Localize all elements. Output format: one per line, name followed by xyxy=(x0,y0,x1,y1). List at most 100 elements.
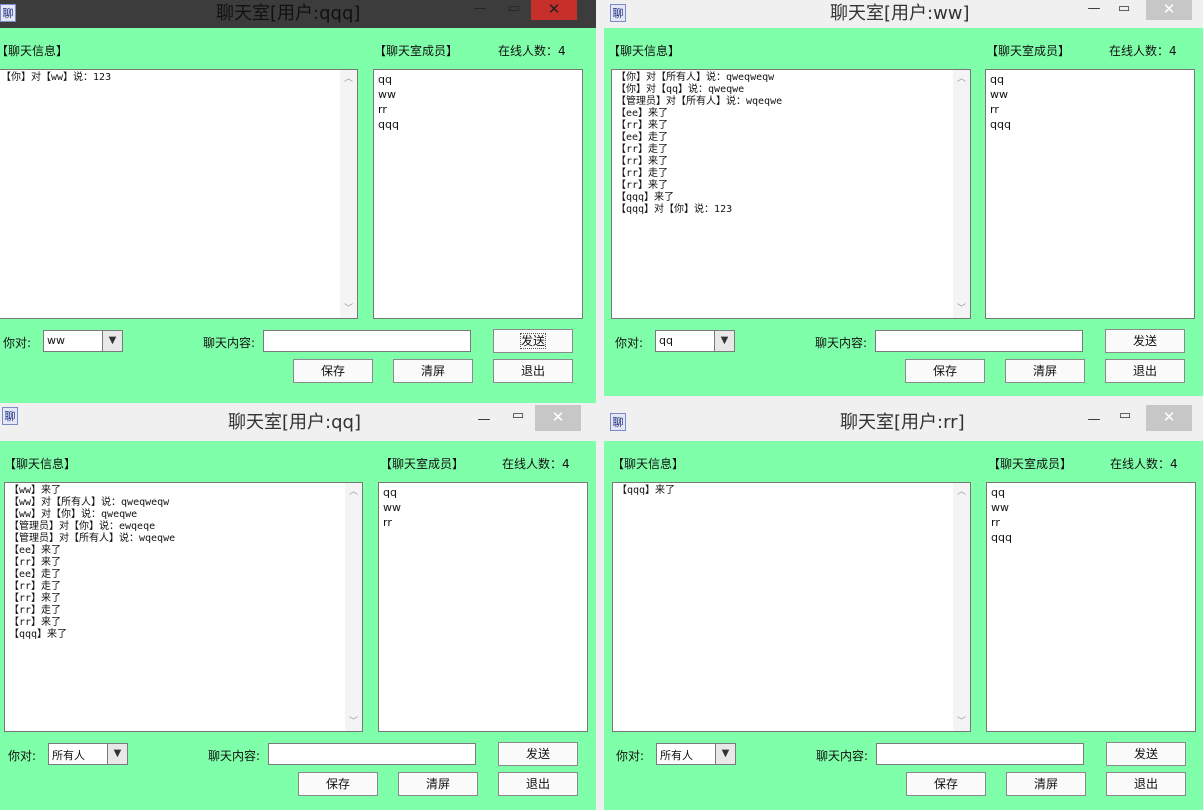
dropdown-arrow-icon[interactable]: ▼ xyxy=(107,744,127,764)
online-count: 在线人数：4 xyxy=(498,44,566,58)
message-line: 【rr】来了 xyxy=(616,120,669,131)
message-line: 【qqq】来了 xyxy=(9,629,68,640)
member-item[interactable]: qqq xyxy=(378,117,578,132)
member-item[interactable]: rr xyxy=(990,102,1190,117)
close-button[interactable]: ✕ xyxy=(531,0,577,20)
minimize-button[interactable]: — xyxy=(1080,0,1108,20)
message-line: 【ee】来了 xyxy=(616,108,669,119)
window-titlebar[interactable]: 聊 聊天室[用户:qq] — ▭ ✕ xyxy=(0,403,596,433)
chat-message-area[interactable]: 【你】对【ww】说：123 ︿ ﹀ xyxy=(0,69,358,319)
window-title: 聊天室[用户:qqq] xyxy=(216,3,361,24)
minimize-button[interactable]: — xyxy=(466,0,494,20)
clear-button[interactable]: 清屏 xyxy=(1005,359,1085,383)
scroll-down-icon[interactable]: ﹀ xyxy=(345,716,362,728)
save-button[interactable]: 保存 xyxy=(906,772,986,796)
dropdown-arrow-icon[interactable]: ▼ xyxy=(715,744,735,764)
member-item[interactable]: ww xyxy=(378,87,578,102)
message-input[interactable] xyxy=(875,330,1083,352)
save-button[interactable]: 保存 xyxy=(293,359,373,383)
member-item[interactable]: qq xyxy=(990,72,1190,87)
member-items: qq ww rr qqq xyxy=(991,485,1191,545)
scroll-down-icon[interactable]: ﹀ xyxy=(953,303,970,315)
member-item[interactable]: rr xyxy=(991,515,1191,530)
member-list[interactable]: qq ww rr qqq xyxy=(986,482,1196,732)
member-list[interactable]: qq ww rr qqq xyxy=(373,69,583,319)
clear-button[interactable]: 清屏 xyxy=(1006,772,1086,796)
chat-message-area[interactable]: 【你】对【所有人】说：qweqweqw 【你】对【qq】说：qweqwe 【管理员】… xyxy=(611,69,971,319)
dropdown-arrow-icon[interactable]: ▼ xyxy=(714,331,734,351)
exit-button[interactable]: 退出 xyxy=(1106,772,1186,796)
member-item[interactable]: qq xyxy=(378,72,578,87)
window-title: 聊天室[用户:qq] xyxy=(228,412,361,433)
vertical-scrollbar[interactable]: ︿ ﹀ xyxy=(953,483,970,731)
target-select[interactable]: qq ▼ xyxy=(655,330,735,352)
vertical-scrollbar[interactable]: ︿ ﹀ xyxy=(345,483,362,731)
online-count: 在线人数：4 xyxy=(1110,457,1178,471)
member-item[interactable]: qqq xyxy=(990,117,1190,132)
send-button[interactable]: 发送 xyxy=(1105,329,1185,353)
clear-button[interactable]: 清屏 xyxy=(398,772,478,796)
send-button[interactable]: 发送 xyxy=(498,742,578,766)
scroll-up-icon[interactable]: ︿ xyxy=(953,486,970,498)
member-item[interactable]: qqq xyxy=(991,530,1191,545)
chat-message-area[interactable]: 【ww】来了 【ww】对【所有人】说：qweqweqw 【ww】对【你】说：qweq… xyxy=(4,482,363,732)
close-button[interactable]: ✕ xyxy=(1146,405,1192,431)
minimize-button[interactable]: — xyxy=(470,411,498,431)
save-button[interactable]: 保存 xyxy=(905,359,985,383)
member-item[interactable]: ww xyxy=(383,500,583,515)
scroll-down-icon[interactable]: ﹀ xyxy=(340,303,357,315)
dropdown-arrow-icon[interactable]: ▼ xyxy=(102,331,122,351)
window-titlebar[interactable]: 聊 聊天室[用户:ww] — ▭ ✕ xyxy=(604,0,1203,28)
target-select-value: ww xyxy=(47,334,65,347)
member-item[interactable]: qq xyxy=(383,485,583,500)
member-items: qq ww rr qqq xyxy=(378,72,578,132)
window-titlebar[interactable]: 聊 聊天室[用户:qqq] — ▭ ✕ xyxy=(0,0,596,28)
send-button[interactable]: 发送 xyxy=(1106,742,1186,766)
exit-button[interactable]: 退出 xyxy=(498,772,578,796)
member-item[interactable]: ww xyxy=(991,500,1191,515)
send-button[interactable]: 发送 xyxy=(493,329,573,353)
target-select[interactable]: ww ▼ xyxy=(43,330,123,352)
save-button[interactable]: 保存 xyxy=(298,772,378,796)
message-input[interactable] xyxy=(268,743,476,765)
message-line: 【rr】走了 xyxy=(616,168,669,179)
maximize-button[interactable]: ▭ xyxy=(1111,407,1139,427)
message-line: 【qqq】对【你】说：123 xyxy=(616,204,733,215)
target-select[interactable]: 所有人 ▼ xyxy=(656,743,736,765)
message-input[interactable] xyxy=(876,743,1084,765)
maximize-button[interactable]: ▭ xyxy=(500,0,528,20)
window-body: 【聊天信息】 【聊天室成员】 在线人数：4 【ww】来了 【ww】对【所有人】说：… xyxy=(0,441,596,810)
exit-button[interactable]: 退出 xyxy=(493,359,573,383)
app-icon: 聊 xyxy=(610,413,626,431)
vertical-scrollbar[interactable]: ︿ ﹀ xyxy=(340,70,357,318)
member-list[interactable]: qq ww rr xyxy=(378,482,588,732)
scroll-up-icon[interactable]: ︿ xyxy=(340,73,357,85)
close-button[interactable]: ✕ xyxy=(535,405,581,431)
target-select[interactable]: 所有人 ▼ xyxy=(48,743,128,765)
member-item[interactable]: rr xyxy=(383,515,583,530)
scroll-down-icon[interactable]: ﹀ xyxy=(953,716,970,728)
chat-message-area[interactable]: 【qqq】来了 ︿ ﹀ xyxy=(612,482,971,732)
vertical-scrollbar[interactable]: ︿ ﹀ xyxy=(953,70,970,318)
window-body: 【聊天信息】 【聊天室成员】 在线人数：4 【你】对【所有人】说：qweqweq… xyxy=(604,28,1203,396)
close-button[interactable]: ✕ xyxy=(1146,0,1192,20)
window-body: 【聊天信息】 【聊天室成员】 在线人数：4 【你】对【ww】说：123 ︿ ﹀ … xyxy=(0,28,596,403)
member-list[interactable]: qq ww rr qqq xyxy=(985,69,1195,319)
message-line: 【rr】走了 xyxy=(9,605,62,616)
message-input[interactable] xyxy=(263,330,471,352)
maximize-button[interactable]: ▭ xyxy=(1110,0,1138,20)
member-item[interactable]: ww xyxy=(990,87,1190,102)
maximize-button[interactable]: ▭ xyxy=(504,407,532,427)
to-label: 你对: xyxy=(616,749,645,763)
clear-button[interactable]: 清屏 xyxy=(393,359,473,383)
member-item[interactable]: rr xyxy=(378,102,578,117)
app-icon: 聊 xyxy=(2,407,18,425)
member-items: qq ww rr qqq xyxy=(990,72,1190,132)
online-count: 在线人数：4 xyxy=(502,457,570,471)
scroll-up-icon[interactable]: ︿ xyxy=(345,486,362,498)
scroll-up-icon[interactable]: ︿ xyxy=(953,73,970,85)
exit-button[interactable]: 退出 xyxy=(1105,359,1185,383)
member-item[interactable]: qq xyxy=(991,485,1191,500)
minimize-button[interactable]: — xyxy=(1080,411,1108,431)
window-titlebar[interactable]: 聊 聊天室[用户:rr] — ▭ ✕ xyxy=(604,403,1203,433)
